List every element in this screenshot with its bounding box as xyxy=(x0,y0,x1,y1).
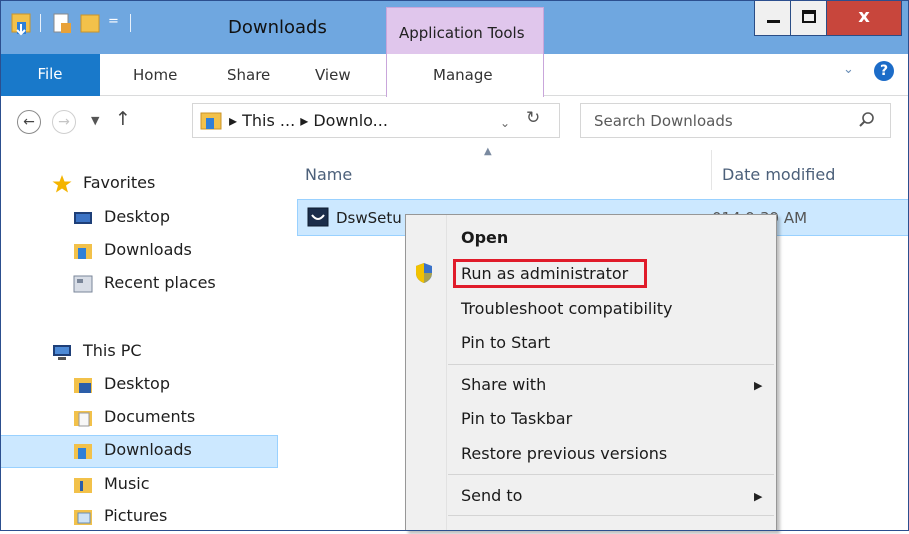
recent-locations-icon[interactable]: ▼ xyxy=(91,114,99,127)
menu-item-share-with[interactable]: Share with xyxy=(461,375,546,394)
file-name[interactable]: DswSetu xyxy=(336,209,402,227)
forward-arrow-icon[interactable]: → xyxy=(52,110,76,134)
back-arrow-icon[interactable]: ← xyxy=(17,110,41,134)
nav-pc-documents[interactable]: Documents xyxy=(0,402,278,435)
submenu-arrow-icon: ▶ xyxy=(754,490,763,503)
nav-this-pc-label: This PC xyxy=(83,341,142,360)
desktop-icon xyxy=(74,212,92,224)
customize-toolbar-icon[interactable]: = xyxy=(108,14,119,29)
expand-ribbon-icon[interactable]: ⌄ xyxy=(843,62,854,77)
downloads-folder-icon xyxy=(74,244,92,259)
close-button[interactable]: x xyxy=(826,0,902,36)
menu-item-troubleshoot-compatibility[interactable]: Troubleshoot compatibility xyxy=(461,299,673,318)
contextual-tab-group-label: Application Tools xyxy=(399,24,525,42)
nav-favorites-label: Favorites xyxy=(83,173,156,192)
menu-item-send-to[interactable]: Send to xyxy=(461,486,522,505)
nav-pc-music[interactable]: Music xyxy=(0,469,278,502)
nav-label: Recent places xyxy=(104,273,216,292)
nav-label: Pictures xyxy=(104,506,168,525)
menu-item-restore-previous-versions[interactable]: Restore previous versions xyxy=(461,444,667,463)
uac-shield-icon xyxy=(416,263,432,283)
nav-label: Music xyxy=(104,474,150,493)
nav-pc-downloads[interactable]: Downloads xyxy=(0,435,278,468)
submenu-arrow-icon: ▶ xyxy=(754,379,763,392)
downloads-folder-icon xyxy=(200,112,222,130)
tab-home[interactable]: Home xyxy=(133,66,177,84)
new-folder-icon[interactable] xyxy=(80,10,100,36)
maximize-button[interactable] xyxy=(790,0,827,36)
nav-favorites-recent[interactable]: Recent places xyxy=(0,268,278,301)
tab-share[interactable]: Share xyxy=(227,66,270,84)
up-arrow-icon[interactable]: ↑ xyxy=(115,108,131,130)
sort-ascending-icon: ▲ xyxy=(484,146,492,157)
toolbar-separator xyxy=(130,14,131,32)
nav-label: Documents xyxy=(104,407,196,426)
menu-item-open[interactable]: Open xyxy=(461,228,508,247)
nav-label: Desktop xyxy=(104,374,170,393)
nav-pc-desktop[interactable]: Desktop xyxy=(0,369,278,402)
column-divider[interactable] xyxy=(711,150,712,190)
tab-view[interactable]: View xyxy=(315,66,351,84)
toolbar-separator xyxy=(40,14,41,32)
documents-folder-icon xyxy=(74,411,92,427)
maximize-icon xyxy=(802,10,816,23)
installer-app-icon xyxy=(307,207,329,227)
column-header-name[interactable]: Name xyxy=(305,165,352,184)
nav-favorites-desktop[interactable]: Desktop xyxy=(0,202,278,235)
star-icon xyxy=(52,175,72,193)
search-icon[interactable] xyxy=(858,111,876,129)
minimize-button[interactable] xyxy=(754,0,791,36)
menu-item-pin-to-taskbar[interactable]: Pin to Taskbar xyxy=(461,409,572,428)
recent-places-icon xyxy=(73,275,93,293)
context-menu-gutter xyxy=(446,215,447,531)
nav-label: Downloads xyxy=(104,440,192,459)
menu-separator xyxy=(448,474,774,475)
pictures-folder-icon xyxy=(74,510,92,525)
refresh-icon[interactable]: ↻ xyxy=(526,108,540,128)
menu-item-pin-to-start[interactable]: Pin to Start xyxy=(461,333,550,352)
help-icon[interactable]: ? xyxy=(874,61,894,81)
downloads-folder-icon xyxy=(74,444,92,459)
highlight-box xyxy=(453,259,647,288)
menu-separator xyxy=(448,364,774,365)
address-dropdown-icon[interactable]: ⌄ xyxy=(500,116,510,130)
nav-label: Desktop xyxy=(104,207,170,226)
tab-manage[interactable]: Manage xyxy=(433,66,493,84)
properties-icon[interactable] xyxy=(52,10,72,36)
nav-this-pc[interactable]: This PC xyxy=(0,336,278,369)
tab-file[interactable]: File xyxy=(0,54,100,96)
column-header-date[interactable]: Date modified xyxy=(722,165,835,184)
nav-label: Downloads xyxy=(104,240,192,259)
desktop-folder-icon xyxy=(74,378,92,393)
folder-properties-icon[interactable] xyxy=(11,10,31,36)
nav-pc-pictures[interactable]: Pictures xyxy=(0,501,278,534)
computer-icon xyxy=(53,345,71,360)
window-title: Downloads xyxy=(228,17,327,38)
search-input[interactable]: Search Downloads xyxy=(594,112,733,130)
address-path[interactable]: ▸ This ... ▸ Downlo... xyxy=(229,111,388,130)
nav-favorites[interactable]: Favorites xyxy=(0,168,278,201)
minimize-icon xyxy=(767,20,780,23)
menu-separator xyxy=(448,515,774,516)
music-folder-icon xyxy=(74,478,92,493)
nav-favorites-downloads[interactable]: Downloads xyxy=(0,235,278,268)
